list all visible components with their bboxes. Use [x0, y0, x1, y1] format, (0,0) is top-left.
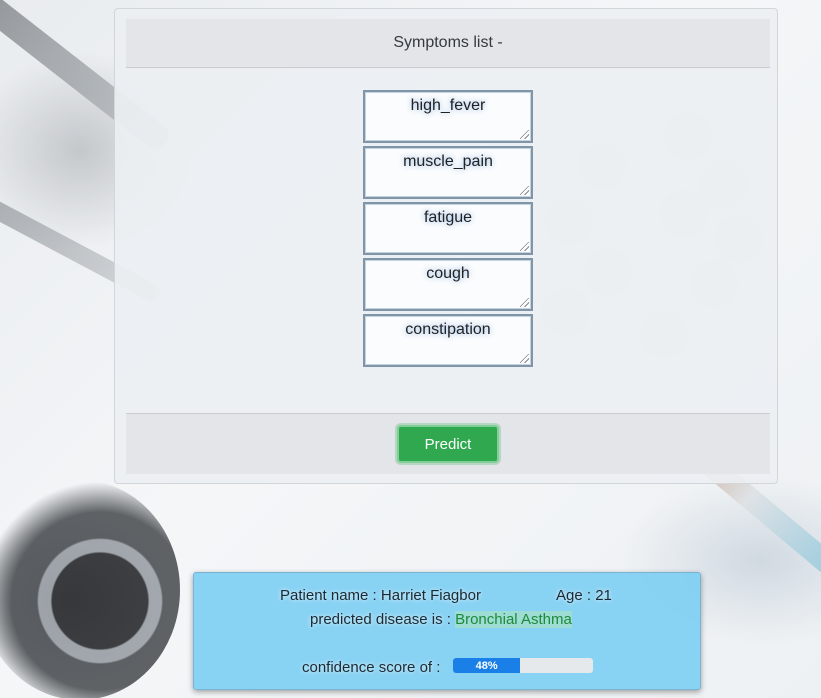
patient-name-value: Harriet Fiagbor — [380, 587, 481, 604]
confidence-progress-fill: 48% — [453, 658, 521, 673]
resize-grip-icon[interactable] — [520, 298, 529, 307]
resize-grip-icon[interactable] — [520, 354, 529, 363]
predict-button[interactable]: Predict — [397, 425, 499, 463]
symptoms-card-header: Symptoms list - — [126, 19, 770, 68]
symptom-value: high_fever — [410, 97, 486, 114]
symptom-list: high_fever muscle_pain fatigue cough con… — [363, 90, 533, 370]
age-value: 21 — [595, 587, 612, 604]
predicted-disease-label: predicted disease is : — [310, 611, 456, 628]
symptom-field-2[interactable]: muscle_pain — [363, 146, 533, 199]
symptoms-title: Symptoms list - — [393, 34, 503, 51]
symptom-value: fatigue — [423, 209, 473, 226]
predicted-disease-value: Bronchial Asthma — [455, 611, 572, 628]
symptom-field-5[interactable]: constipation — [363, 314, 533, 367]
prediction-result-panel: Patient name : Harriet Fiagbor Age : 21 … — [193, 572, 701, 690]
patient-name-row: Patient name : Harriet Fiagbor — [280, 587, 481, 604]
symptoms-card-footer: Predict — [126, 413, 770, 474]
age-label: Age : — [556, 587, 596, 604]
symptoms-card: Symptoms list - high_fever muscle_pain f… — [114, 8, 778, 484]
patient-name-label: Patient name : — [280, 587, 381, 604]
patient-age-row: Age : 21 — [556, 587, 612, 604]
symptom-value: muscle_pain — [403, 153, 493, 170]
resize-grip-icon[interactable] — [520, 130, 529, 139]
predicted-disease-row: predicted disease is : Bronchial Asthma — [310, 611, 572, 628]
symptom-value: cough — [426, 265, 470, 282]
symptom-field-4[interactable]: cough — [363, 258, 533, 311]
background-stethoscope — [0, 480, 180, 698]
confidence-progress-bar: 48% — [453, 658, 593, 673]
symptom-field-1[interactable]: high_fever — [363, 90, 533, 143]
resize-grip-icon[interactable] — [520, 242, 529, 251]
confidence-label: confidence score of : — [302, 659, 441, 676]
symptom-value: constipation — [405, 321, 491, 338]
resize-grip-icon[interactable] — [520, 186, 529, 195]
symptom-field-3[interactable]: fatigue — [363, 202, 533, 255]
